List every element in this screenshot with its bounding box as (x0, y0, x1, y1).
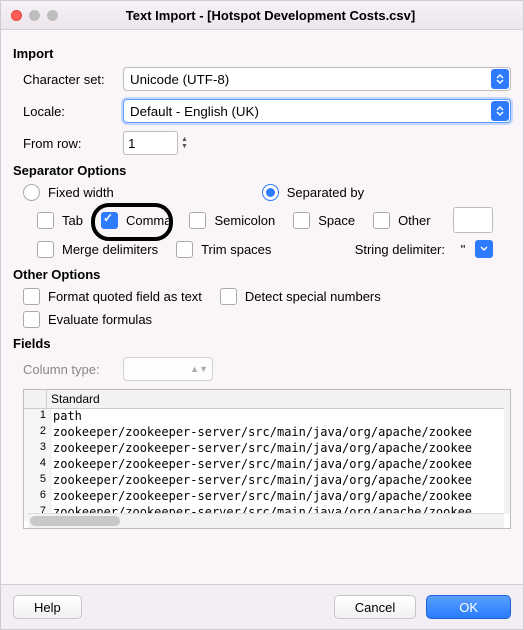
row-number: 2 (24, 425, 51, 441)
section-other-title: Other Options (13, 267, 511, 282)
from-row-stepper[interactable] (123, 131, 178, 155)
column-type-select[interactable]: ▲▼ (123, 357, 213, 381)
locale-select[interactable]: Default - English (UK) (123, 99, 511, 123)
tab-label: Tab (62, 213, 83, 228)
fixed-width-label: Fixed width (48, 185, 114, 200)
row-number: 5 (24, 473, 51, 489)
column-type-label: Column type: (23, 362, 123, 377)
comma-label: Comma (126, 213, 172, 228)
preview-table[interactable]: Standard 1path2zookeeper/zookeeper-serve… (23, 389, 511, 529)
comma-checkbox[interactable] (101, 212, 118, 229)
chevron-updown-icon (491, 101, 509, 121)
cancel-button[interactable]: Cancel (334, 595, 416, 619)
trim-spaces-checkbox[interactable] (176, 241, 193, 258)
fixed-width-radio[interactable] (23, 184, 40, 201)
merge-delimiters-checkbox[interactable] (37, 241, 54, 258)
locale-label: Locale: (23, 104, 123, 119)
tab-checkbox[interactable] (37, 212, 54, 229)
from-row-label: From row: (23, 136, 123, 151)
dialog-footer: Help Cancel OK (1, 584, 523, 629)
row-from-row: From row: ▲▼ (23, 131, 511, 155)
chevron-updown-icon (491, 69, 509, 89)
evaluate-formulas-label: Evaluate formulas (48, 312, 152, 327)
scroll-thumb[interactable] (30, 516, 120, 526)
string-delimiter-input[interactable] (453, 239, 473, 259)
format-quoted-checkbox[interactable] (23, 288, 40, 305)
semicolon-checkbox[interactable] (189, 212, 206, 229)
row-number: 6 (24, 489, 51, 505)
table-cell: zookeeper/zookeeper-server/src/main/java… (51, 425, 510, 441)
separated-by-label: Separated by (287, 185, 364, 200)
table-row[interactable]: 4zookeeper/zookeeper-server/src/main/jav… (24, 457, 510, 473)
dialog-content: Import Character set: Unicode (UTF-8) Lo… (1, 30, 523, 579)
merge-delimiters-label: Merge delimiters (62, 242, 158, 257)
charset-label: Character set: (23, 72, 123, 87)
chevron-down-icon[interactable] (475, 240, 493, 258)
format-quoted-label: Format quoted field as text (48, 289, 202, 304)
stepper-buttons[interactable]: ▲▼ (181, 131, 195, 155)
table-cell: zookeeper/zookeeper-server/src/main/java… (51, 473, 510, 489)
titlebar: Text Import - [Hotspot Development Costs… (1, 1, 523, 30)
ok-button[interactable]: OK (426, 595, 511, 619)
space-checkbox[interactable] (293, 212, 310, 229)
horizontal-scrollbar[interactable] (28, 513, 504, 528)
vertical-scrollbar[interactable] (504, 406, 510, 514)
row-locale: Locale: Default - English (UK) (23, 99, 511, 123)
space-label: Space (318, 213, 355, 228)
table-row[interactable]: 2zookeeper/zookeeper-server/src/main/jav… (24, 425, 510, 441)
string-delimiter-label: String delimiter: (355, 242, 445, 257)
window-title: Text Import - [Hotspot Development Costs… (18, 8, 523, 23)
table-row[interactable]: 3zookeeper/zookeeper-server/src/main/jav… (24, 441, 510, 457)
table-cell: zookeeper/zookeeper-server/src/main/java… (51, 457, 510, 473)
section-fields-title: Fields (13, 336, 511, 351)
section-import-title: Import (13, 46, 511, 61)
other-separator-input[interactable] (453, 207, 493, 233)
trim-spaces-label: Trim spaces (201, 242, 271, 257)
row-number: 4 (24, 457, 51, 473)
row-charset: Character set: Unicode (UTF-8) (23, 67, 511, 91)
separated-by-radio[interactable] (262, 184, 279, 201)
dialog-window: Text Import - [Hotspot Development Costs… (0, 0, 524, 630)
semicolon-label: Semicolon (214, 213, 275, 228)
table-row[interactable]: 1path (24, 409, 510, 425)
detect-special-checkbox[interactable] (220, 288, 237, 305)
section-separator-title: Separator Options (13, 163, 511, 178)
column-header[interactable]: Standard (47, 390, 510, 408)
table-row[interactable]: 6zookeeper/zookeeper-server/src/main/jav… (24, 489, 510, 505)
row-number: 1 (24, 409, 51, 425)
other-label: Other (398, 213, 431, 228)
other-checkbox[interactable] (373, 212, 390, 229)
detect-special-label: Detect special numbers (245, 289, 381, 304)
table-cell: zookeeper/zookeeper-server/src/main/java… (51, 441, 510, 457)
row-number: 3 (24, 441, 51, 457)
evaluate-formulas-checkbox[interactable] (23, 311, 40, 328)
help-button[interactable]: Help (13, 595, 82, 619)
table-row[interactable]: 5zookeeper/zookeeper-server/src/main/jav… (24, 473, 510, 489)
table-cell: zookeeper/zookeeper-server/src/main/java… (51, 489, 510, 505)
table-cell: path (51, 409, 510, 425)
charset-select[interactable]: Unicode (UTF-8) (123, 67, 511, 91)
